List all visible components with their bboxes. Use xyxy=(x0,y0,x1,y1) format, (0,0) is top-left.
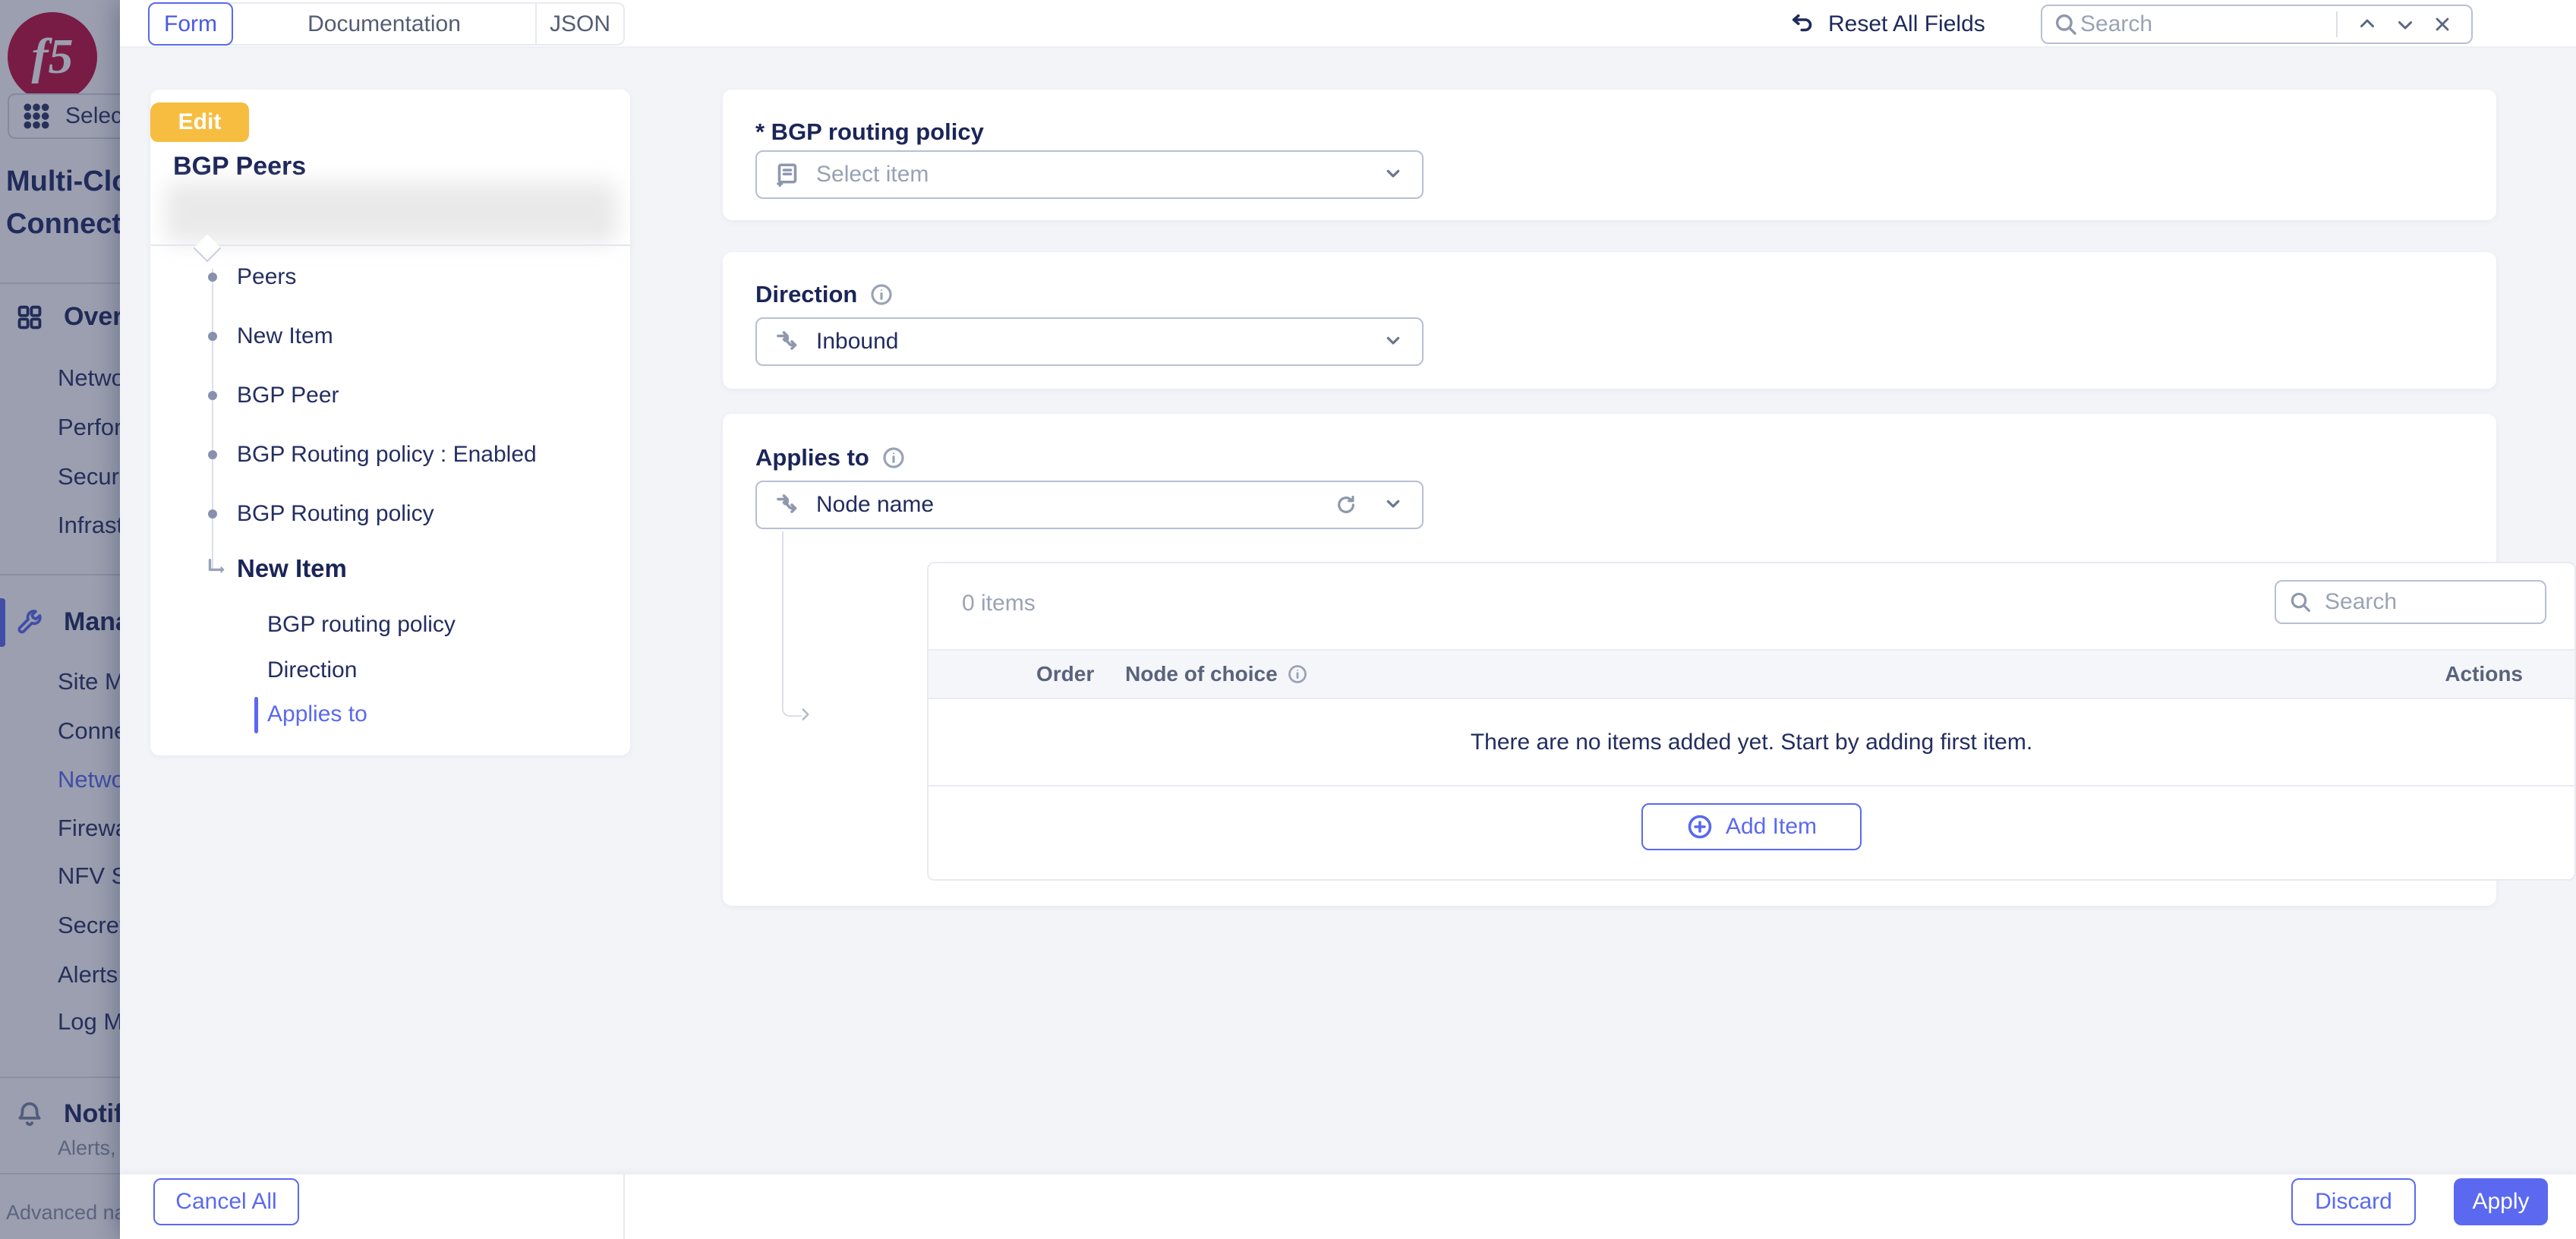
table-header: Order Node of choice Actions xyxy=(929,649,2574,699)
field-card-direction: Direction Inbound xyxy=(723,252,2496,389)
items-count: 0 items xyxy=(962,591,1036,616)
column-order: Order xyxy=(1036,651,1094,698)
select-placeholder: Select item xyxy=(816,162,1366,188)
chevron-up-icon xyxy=(2356,13,2379,36)
reset-all-fields-button[interactable]: Reset All Fields xyxy=(1789,0,1985,48)
chevron-down-icon xyxy=(1381,328,1405,356)
app-root: f5 Select Multi-Clo Connect Overv Ne xyxy=(0,0,2576,1239)
tree-bullet xyxy=(208,273,217,282)
search-next-button[interactable] xyxy=(2394,13,2417,36)
applies-to-value: Node name xyxy=(816,492,1311,518)
search-icon xyxy=(2053,11,2079,37)
form-tree-panel: Edit BGP Peers Peers New Item BGP Peer B… xyxy=(150,90,630,755)
tree-item-bgp-peer[interactable]: BGP Peer xyxy=(237,383,339,408)
tree-bullet xyxy=(208,391,217,400)
chevron-down-icon xyxy=(1381,491,1405,519)
applies-to-items-panel: 0 items Order Node of choice xyxy=(927,562,2576,881)
tree-child-bgp-routing-policy[interactable]: BGP routing policy xyxy=(267,612,456,638)
search-prev-button[interactable] xyxy=(2356,13,2379,36)
tree-child-direction[interactable]: Direction xyxy=(267,657,357,683)
edit-badge: Edit xyxy=(150,102,249,142)
list-plus-icon xyxy=(774,161,801,188)
add-item-button[interactable]: Add Item xyxy=(1641,803,1862,850)
active-field-bar xyxy=(254,697,258,733)
field-card-applies-to: Applies to Node name xyxy=(723,414,2496,906)
plus-circle-icon xyxy=(1686,813,1714,840)
divider xyxy=(623,1174,625,1239)
direction-arrows-icon xyxy=(774,491,801,519)
chevron-down-icon xyxy=(1381,161,1405,189)
direction-arrows-icon xyxy=(774,328,801,355)
tree-item-new-item-current[interactable]: New Item xyxy=(237,554,347,583)
direction-value: Inbound xyxy=(816,329,1366,355)
drawer-topbar: Form Documentation JSON Reset All Fields xyxy=(120,0,2576,48)
modal-dim-overlay xyxy=(0,0,120,1239)
search-icon xyxy=(2288,590,2313,614)
refresh-button[interactable] xyxy=(1334,493,1358,517)
search-clear-button[interactable] xyxy=(2432,14,2453,35)
info-icon[interactable] xyxy=(1287,664,1308,685)
empty-state-text: There are no items added yet. Start by a… xyxy=(929,699,2574,787)
cancel-all-button[interactable]: Cancel All xyxy=(153,1178,299,1225)
elbow-arrow-icon xyxy=(203,556,229,585)
search-input[interactable] xyxy=(2079,11,2325,38)
object-title: BGP Peers xyxy=(173,152,306,181)
nested-connector-line xyxy=(782,531,802,717)
close-icon xyxy=(2432,14,2453,35)
tree-item-bgp-routing-policy[interactable]: BGP Routing policy xyxy=(237,501,434,527)
column-node-of-choice: Node of choice xyxy=(1125,651,1308,698)
discard-button[interactable]: Discard xyxy=(2291,1178,2416,1225)
field-card-bgp-routing-policy: * BGP routing policy Select item xyxy=(723,90,2496,220)
tree-item-bgp-routing-policy-enabled[interactable]: BGP Routing policy : Enabled xyxy=(237,442,537,468)
undo-icon xyxy=(1789,11,1816,38)
tree-item-new-item[interactable]: New Item xyxy=(237,323,333,349)
divider xyxy=(2336,11,2338,37)
form-search xyxy=(2041,5,2473,44)
info-icon[interactable] xyxy=(869,282,894,307)
field-label: Applies to xyxy=(755,444,906,471)
divider xyxy=(150,244,630,246)
bgp-routing-policy-select[interactable]: Select item xyxy=(755,150,1424,199)
field-label: Direction xyxy=(755,281,894,308)
tree-connector-line xyxy=(212,269,213,571)
editor-drawer: Form Documentation JSON Reset All Fields xyxy=(120,0,2576,1239)
field-label: * BGP routing policy xyxy=(755,118,984,146)
column-actions: Actions xyxy=(2445,651,2523,698)
tree-bullet xyxy=(208,509,217,519)
tree-bullet xyxy=(208,450,217,459)
tree-bullet xyxy=(208,332,217,341)
tab-documentation[interactable]: Documentation xyxy=(233,4,537,44)
applies-to-select[interactable]: Node name xyxy=(755,481,1424,529)
tab-json[interactable]: JSON xyxy=(537,4,623,44)
items-search-input[interactable] xyxy=(2323,588,2533,616)
chevron-down-icon xyxy=(2394,13,2417,36)
info-icon[interactable] xyxy=(881,446,906,470)
apply-button[interactable]: Apply xyxy=(2454,1178,2548,1225)
drawer-footer: Cancel All Discard Apply xyxy=(120,1174,2576,1239)
items-search xyxy=(2275,580,2546,624)
tree-item-peers[interactable]: Peers xyxy=(237,264,296,290)
tab-form[interactable]: Form xyxy=(148,2,233,46)
connector-arrow-icon xyxy=(796,705,815,728)
direction-select[interactable]: Inbound xyxy=(755,317,1424,366)
view-tabs: Form Documentation JSON xyxy=(148,2,625,46)
tree-child-applies-to[interactable]: Applies to xyxy=(267,701,367,727)
redacted-text-block xyxy=(166,182,617,243)
